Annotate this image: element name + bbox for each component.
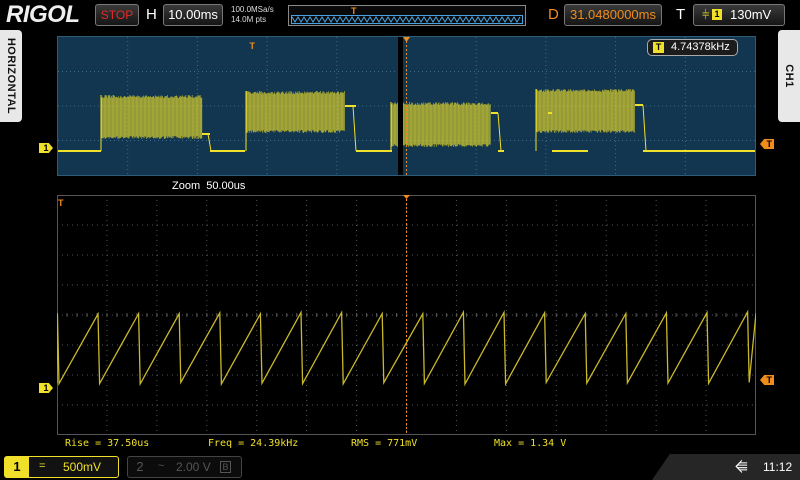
ch1-tab-label: CH1: [783, 64, 795, 88]
ch1-number: 1: [5, 457, 29, 477]
run-stop-status[interactable]: STOP: [95, 4, 139, 26]
horizontal-label: H: [146, 6, 157, 23]
trigger-source-icon: 1: [712, 9, 722, 20]
zoom-window-indicator: [398, 37, 403, 175]
ch1-scale: 500mV: [63, 460, 101, 474]
main-waveform-overview[interactable]: [57, 36, 756, 176]
trigger-position-icon: [403, 37, 410, 42]
signal-step: [498, 113, 501, 151]
horizontal-menu-tab[interactable]: HORIZONTAL: [0, 30, 22, 122]
meas-value: 771mV: [387, 438, 417, 449]
zoom-timebase-value: 50.00us: [206, 180, 245, 192]
system-clock: 11:12: [763, 460, 792, 474]
zoom-trigger-position-icon: T: [58, 198, 64, 208]
memory-waveform-thumbnail: [292, 16, 522, 23]
trigger-level: 130mV: [730, 5, 771, 25]
overview-waveform: [58, 37, 755, 175]
dc-coupling-icon: =: [39, 460, 45, 472]
falling-edge-icon: ⫩: [702, 5, 709, 25]
signal-burst: [391, 102, 490, 151]
signal-step: [353, 106, 356, 151]
measurement-freq[interactable]: Freq = 24.39kHz: [208, 438, 298, 449]
ch2-number: 2: [128, 457, 152, 477]
trigger-icon: T: [653, 42, 664, 53]
memory-position-bar[interactable]: T: [288, 5, 526, 26]
overview-trigger-level-marker[interactable]: T: [760, 139, 774, 149]
ch1-settings-button[interactable]: 1 = 500mV: [4, 456, 119, 478]
signal-burst: [101, 95, 202, 151]
delay-label: D: [548, 6, 559, 23]
measurement-rise[interactable]: Rise = 37.50us: [65, 438, 149, 449]
ch1-menu-tab[interactable]: CH1: [778, 30, 800, 122]
sample-rate: 100.0MSa/s: [231, 5, 274, 15]
frequency-counter-value: 4.74378kHz: [671, 41, 730, 53]
memory-depth: 14.0M pts: [231, 15, 266, 25]
zoom-timebase: Zoom 50.00us: [172, 180, 245, 192]
zoom-label: Zoom: [172, 180, 200, 192]
trigger-label: T: [676, 6, 685, 23]
signal-burst: [536, 89, 634, 151]
frequency-counter: T 4.74378kHz: [647, 39, 738, 56]
measurement-rms[interactable]: RMS = 771mV: [351, 438, 417, 449]
zoom-trigger-level-marker[interactable]: T: [760, 375, 774, 385]
zoom-waveform-grid[interactable]: [57, 195, 756, 435]
meas-label: Max: [494, 438, 512, 449]
meas-value: 24.39kHz: [250, 438, 298, 449]
ch2-settings-button[interactable]: 2 ~ 2.00 V B: [127, 456, 242, 478]
zoom-waveform: [57, 195, 756, 435]
zoom-window-trigger-icon: T: [243, 41, 257, 51]
meas-label: Freq: [208, 438, 232, 449]
bandwidth-limit-icon: B: [220, 461, 231, 473]
trigger-position-icon: [403, 195, 410, 199]
delay-value[interactable]: 31.0480000ms: [564, 4, 662, 26]
zoom-ch1-marker[interactable]: 1: [39, 383, 53, 393]
signal-burst: [246, 91, 344, 151]
meas-label: RMS: [351, 438, 369, 449]
signal-step: [643, 105, 646, 151]
meas-label: Rise: [65, 438, 89, 449]
signal-step: [208, 134, 211, 151]
horizontal-tab-label: HORIZONTAL: [5, 38, 17, 114]
timebase-value[interactable]: 10.00ms: [163, 4, 223, 26]
meas-value: 1.34 V: [530, 438, 566, 449]
usb-icon: ⭅: [735, 459, 748, 476]
ac-coupling-icon: ~: [158, 460, 164, 472]
overview-ch1-marker[interactable]: 1: [39, 143, 53, 153]
bottom-channel-bar: 1 = 500mV 2 ~ 2.00 V B ⭅ 11:12: [0, 454, 800, 480]
meas-value: 37.50us: [107, 438, 149, 449]
trigger-settings[interactable]: ⫩ 1 130mV: [693, 4, 785, 26]
ch2-scale: 2.00 V: [176, 460, 211, 474]
measurement-max[interactable]: Max = 1.34 V: [494, 438, 566, 449]
trigger-position-icon: T: [351, 6, 357, 16]
brand-logo: RIGOL: [6, 1, 80, 29]
top-status-bar: RIGOL STOP H 10.00ms 100.0MSa/s 14.0M pt…: [0, 0, 800, 30]
